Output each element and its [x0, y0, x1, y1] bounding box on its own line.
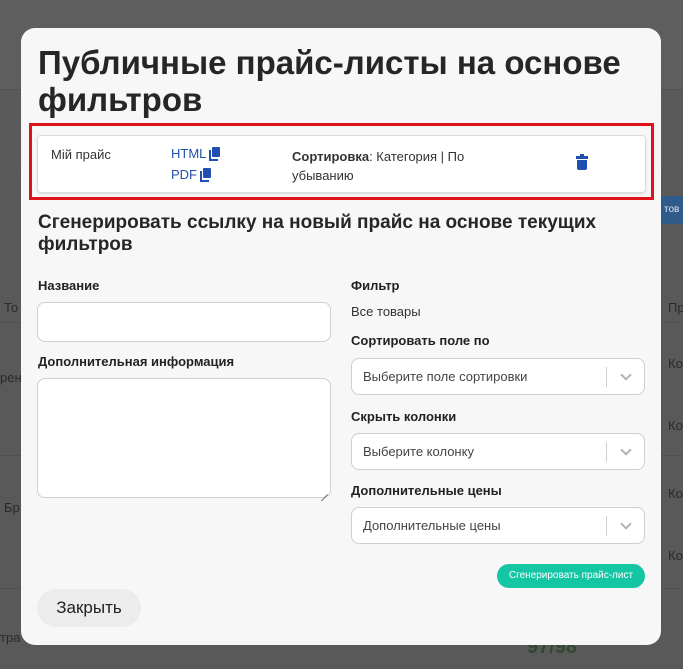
chevron-down-icon[interactable]	[620, 444, 632, 456]
pdf-link[interactable]: PDF	[171, 167, 211, 182]
background-text: Ко	[668, 486, 683, 501]
html-link[interactable]: HTML	[171, 146, 221, 161]
select-separator	[606, 442, 607, 462]
copy-icon[interactable]	[209, 147, 221, 161]
info-label: Дополнительная информация	[38, 354, 235, 369]
generate-price-list-button[interactable]: Сгенерировать прайс-лист	[497, 564, 645, 588]
price-list-modal: Публичные прайс-листы на основе фильтров…	[21, 28, 661, 645]
background-text: Ко	[668, 356, 683, 371]
extra-prices-label: Дополнительные цены	[351, 483, 502, 498]
close-button[interactable]: Закрыть	[37, 589, 141, 627]
name-input[interactable]	[37, 302, 331, 342]
filter-label: Фильтр	[351, 278, 400, 293]
price-list-name: Мій прайс	[51, 147, 111, 162]
pdf-link-label: PDF	[171, 167, 197, 182]
resize-grip-icon[interactable]	[320, 487, 328, 495]
copy-icon[interactable]	[200, 168, 211, 182]
chevron-down-icon[interactable]	[620, 518, 632, 530]
price-list-sort: Сортировка: Категория | По убыванию	[292, 147, 492, 185]
chevron-down-icon[interactable]	[620, 369, 632, 381]
name-label: Название	[38, 278, 100, 293]
background-text: Бр	[4, 500, 20, 515]
sort-field-placeholder: Выберите поле сортировки	[363, 369, 528, 384]
filter-value: Все товары	[351, 304, 421, 319]
background-text: Ко	[668, 418, 683, 433]
modal-title: Публичные прайс-листы на основе фильтров	[38, 44, 621, 118]
trash-icon[interactable]	[576, 154, 588, 170]
hide-columns-select[interactable]: Выберите колонку	[351, 433, 645, 470]
background-text: тра	[0, 630, 21, 645]
select-separator	[606, 516, 607, 536]
background-text: Пр	[668, 300, 683, 315]
info-textarea[interactable]	[37, 378, 331, 498]
hide-columns-label: Скрыть колонки	[351, 409, 457, 424]
extra-prices-select[interactable]: Дополнительные цены	[351, 507, 645, 544]
section-title: Сгенерировать ссылку на новый прайс на о…	[38, 212, 597, 255]
hide-columns-placeholder: Выберите колонку	[363, 444, 474, 459]
price-list-card: Мій прайс HTML PDF Сортировка: Категория…	[37, 135, 646, 193]
select-separator	[606, 367, 607, 387]
sort-field-select[interactable]: Выберите поле сортировки	[351, 358, 645, 395]
background-button: тов	[660, 196, 683, 224]
background-text: Ко	[668, 548, 683, 563]
extra-prices-placeholder: Дополнительные цены	[363, 518, 501, 533]
sort-label: Сортировка	[292, 149, 370, 164]
sort-field-label: Сортировать поле по	[351, 333, 490, 348]
background-text: То	[4, 300, 19, 315]
html-link-label: HTML	[171, 146, 207, 161]
